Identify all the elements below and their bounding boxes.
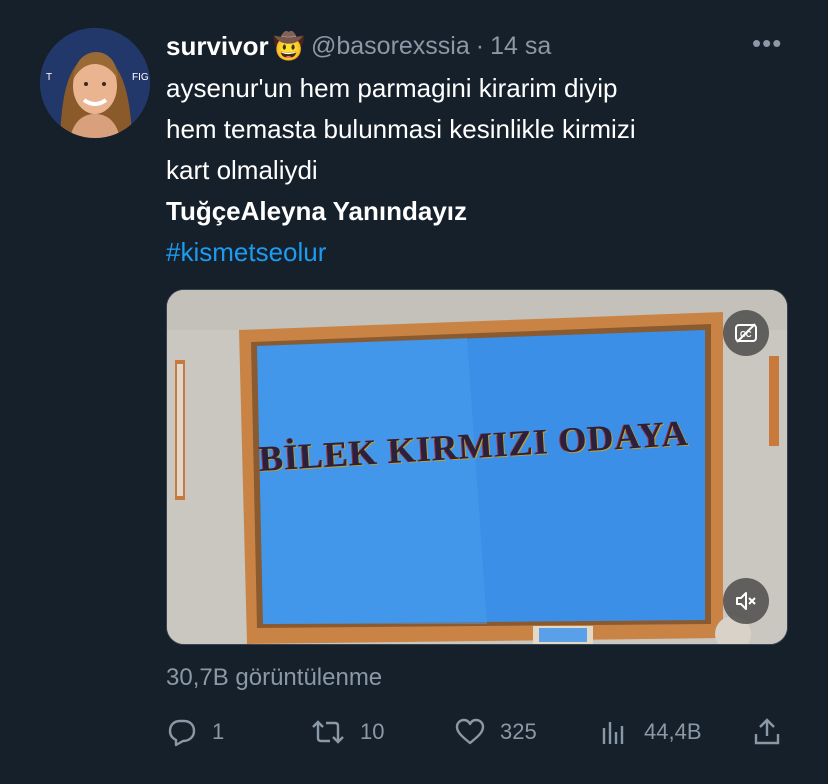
views-count: 44,4B (644, 719, 702, 744)
share-icon (754, 718, 780, 745)
svg-text:T: T (46, 72, 52, 83)
tweet-text: aysenur'un hem parmagini kirarim diyip h… (166, 68, 786, 273)
tweet-text-line: hem temasta bulunmasi kesinlikle kirmizi (166, 114, 636, 144)
retweet-count: 10 (360, 719, 385, 744)
tweet-text-line: aysenur'un hem parmagini kirarim diyip (166, 73, 618, 103)
captions-off-icon: CC (735, 323, 757, 343)
tweet-actions: 1 10 325 44,4B (166, 712, 786, 752)
avatar[interactable]: T FIG (40, 28, 150, 138)
reply-icon (168, 719, 196, 747)
timestamp[interactable]: 14 sa (490, 32, 551, 61)
like-count: 325 (500, 719, 537, 744)
views-button[interactable]: 44,4B (598, 712, 702, 752)
captions-off-button[interactable]: CC (723, 310, 769, 356)
tweet-header: survivor 🤠 @basorexssia · 14 sa (166, 26, 551, 66)
tweet-bold-line: TuğçeAleyna Yanındayız (166, 196, 468, 226)
analytics-icon (602, 722, 624, 744)
volume-muted-icon (736, 592, 756, 610)
display-name[interactable]: survivor (166, 31, 269, 62)
view-count: 30,7B görüntülenme (166, 664, 383, 691)
separator-dot: · (475, 31, 485, 60)
share-button[interactable] (752, 712, 782, 752)
svg-text:FIG: FIG (132, 72, 149, 83)
cowboy-emoji-icon: 🤠 (272, 30, 305, 61)
tweet-text-line: kart olmaliydi (166, 155, 318, 185)
retweet-button[interactable]: 10 (310, 712, 384, 752)
hashtag-link[interactable]: #kismetseolur (166, 232, 786, 273)
heart-icon (455, 718, 485, 745)
reply-count: 1 (212, 719, 225, 744)
user-handle[interactable]: @basorexssia (311, 32, 470, 61)
retweet-icon (312, 720, 344, 744)
unmute-button[interactable] (723, 578, 769, 624)
avatar-image: T FIG (40, 28, 150, 138)
more-options-icon[interactable]: ••• (752, 28, 782, 58)
video-player[interactable]: BİLEK KIRMIZI ODAYA CC (166, 289, 788, 645)
reply-button[interactable]: 1 (166, 712, 224, 752)
like-button[interactable]: 325 (454, 712, 537, 752)
